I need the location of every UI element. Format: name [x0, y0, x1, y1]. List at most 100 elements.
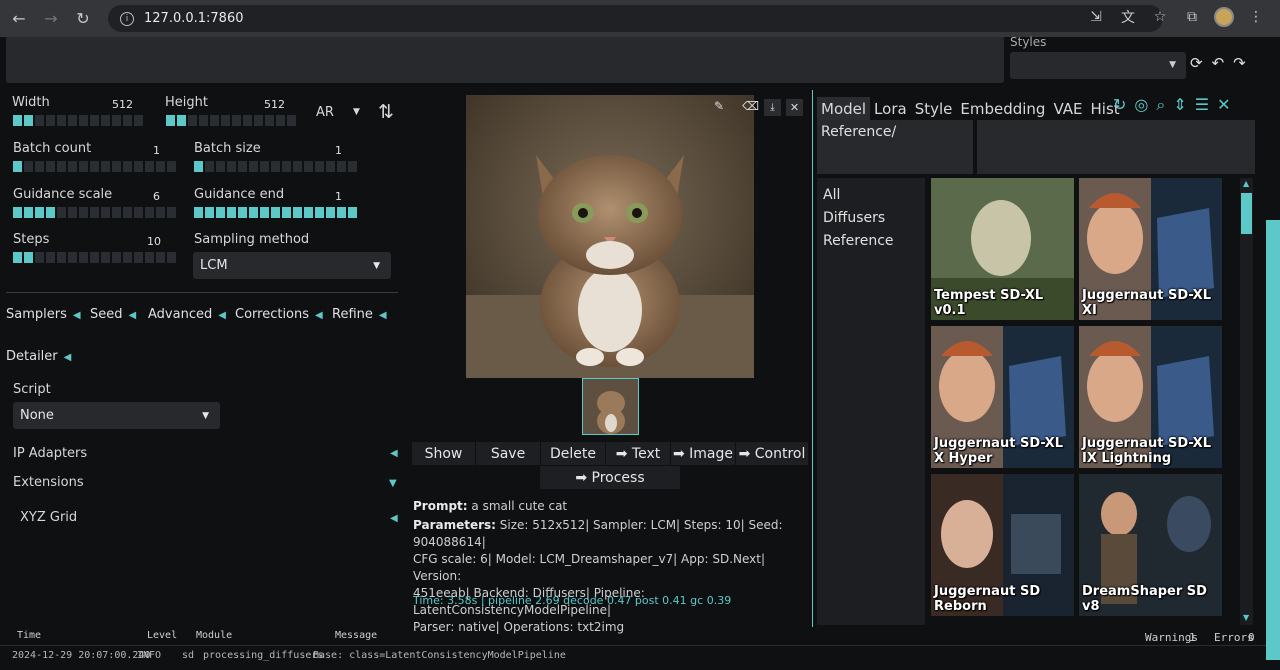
slider-segment — [57, 207, 66, 218]
cards-scrollbar[interactable] — [1240, 178, 1253, 625]
tab-detailer[interactable]: Detailer ◀ — [6, 349, 71, 364]
view-icon[interactable]: ◎ — [1134, 95, 1148, 115]
redo-icon[interactable]: ↷ — [1233, 54, 1246, 72]
bookmark-star-icon[interactable]: ☆ — [1150, 7, 1170, 27]
model-card[interactable]: Juggernaut SD Reborn — [931, 474, 1074, 616]
log-col-time: Time — [17, 630, 42, 641]
slider-segment — [24, 161, 33, 172]
model-card[interactable]: DreamShaper SD v8 — [1079, 474, 1222, 616]
back-icon[interactable]: ← — [6, 6, 32, 32]
model-card[interactable]: Juggernaut SD-XL IX Lightning — [1079, 326, 1222, 468]
slider-segment — [90, 252, 99, 263]
model-card-title: Juggernaut SD Reborn — [934, 584, 1041, 614]
send-to-process-button[interactable]: ➡ Process — [540, 466, 680, 489]
ip-adapters-accordion[interactable]: IP Adapters — [13, 446, 87, 461]
tab-vae[interactable]: VAE — [1049, 97, 1086, 121]
errors-count: 0 — [1248, 631, 1255, 644]
menu-icon[interactable]: ⋮ — [1246, 7, 1266, 27]
folder-all[interactable]: All — [823, 184, 919, 207]
batch-count-slider[interactable] — [13, 161, 176, 172]
delete-button[interactable]: Delete — [541, 442, 605, 465]
networks-path-input[interactable]: Reference/ — [817, 120, 973, 174]
slider-segment — [243, 115, 252, 126]
address-bar[interactable]: i 127.0.0.1:7860 — [108, 5, 1163, 32]
sort-icon[interactable]: ⇕ — [1173, 95, 1186, 115]
translate-icon[interactable]: 文 — [1118, 7, 1138, 27]
list-icon[interactable]: ☰ — [1195, 95, 1209, 115]
page-scrollbar[interactable] — [1266, 220, 1280, 660]
batch-size-slider[interactable] — [194, 161, 357, 172]
send-to-image-button[interactable]: ➡ Image — [671, 442, 735, 465]
search-icon[interactable]: ⌕ — [1156, 95, 1165, 115]
folder-reference[interactable]: Reference — [823, 230, 919, 253]
tab-corrections[interactable]: Corrections ◀ — [235, 307, 323, 322]
tab-lora[interactable]: Lora — [870, 97, 911, 121]
guidance-scale-slider[interactable] — [13, 207, 176, 218]
scroll-up-icon[interactable]: ▲ — [1243, 179, 1249, 188]
send-to-text-button[interactable]: ➡ Text — [606, 442, 670, 465]
sampling-method-select[interactable]: LCM ▼ — [193, 252, 391, 279]
tab-seed[interactable]: Seed ◀ — [90, 307, 136, 322]
slider-segment — [166, 115, 175, 126]
site-info-icon[interactable]: i — [120, 11, 134, 26]
slider-segment — [68, 252, 77, 263]
tab-refine[interactable]: Refine ◀ — [332, 307, 387, 322]
slider-segment — [216, 161, 225, 172]
refresh-icon[interactable]: ⟳ — [1190, 54, 1203, 72]
slider-segment — [205, 207, 214, 218]
xyz-grid-accordion[interactable]: XYZ Grid — [20, 510, 77, 525]
install-app-icon[interactable]: ⇲ — [1086, 7, 1106, 27]
send-to-control-button[interactable]: ➡ Control — [736, 442, 808, 465]
tab-embedding[interactable]: Embedding — [956, 97, 1049, 121]
model-card[interactable]: Tempest SD-XL v0.1 — [931, 178, 1074, 320]
steps-slider[interactable] — [13, 252, 176, 263]
model-card[interactable]: Juggernaut SD-XL XI — [1079, 178, 1222, 320]
slider-segment — [167, 207, 176, 218]
expand-arrow-icon[interactable]: ▼ — [389, 478, 397, 489]
scroll-down-icon[interactable]: ▼ — [1243, 613, 1249, 622]
undo-icon[interactable]: ↶ — [1212, 54, 1225, 72]
ar-chevron-down-icon[interactable]: ▼ — [353, 107, 360, 117]
slider-segment — [210, 115, 219, 126]
show-button[interactable]: Show — [412, 442, 475, 465]
tab-samplers[interactable]: Samplers ◀ — [6, 307, 81, 322]
slider-segment — [90, 115, 99, 126]
output-image[interactable] — [466, 95, 754, 378]
guidance-end-slider[interactable] — [194, 207, 357, 218]
eraser-icon[interactable]: ⌫ — [742, 99, 759, 113]
forward-icon[interactable]: → — [38, 6, 64, 32]
swap-dimensions-icon[interactable]: ⇅ — [378, 101, 394, 123]
cards-scrollbar-thumb[interactable] — [1241, 193, 1252, 234]
collapse-arrow-icon[interactable]: ◀ — [390, 513, 398, 524]
slider-segment — [156, 252, 165, 263]
networks-toolbar: ↻ ◎ ⌕ ⇕ ☰ ✕ — [1113, 95, 1231, 115]
extensions-icon[interactable]: ⧉ — [1182, 7, 1202, 27]
download-icon[interactable]: ⤓ — [764, 99, 781, 116]
slider-segment — [112, 115, 121, 126]
height-label: Height — [165, 95, 208, 110]
collapse-arrow-icon[interactable]: ◀ — [390, 448, 398, 459]
slider-segment — [194, 161, 203, 172]
save-button[interactable]: Save — [476, 442, 540, 465]
networks-filter-input[interactable] — [977, 120, 1255, 174]
close-icon[interactable]: ✕ — [786, 99, 803, 116]
tab-model[interactable]: Model — [817, 97, 871, 121]
gallery-thumbnail[interactable] — [582, 378, 639, 435]
slider-segment — [79, 115, 88, 126]
height-slider[interactable] — [166, 115, 296, 126]
tab-advanced[interactable]: Advanced ◀ — [148, 307, 226, 322]
negative-prompt-textarea[interactable] — [6, 37, 1004, 83]
script-select[interactable]: None ▼ — [13, 402, 220, 429]
folder-diffusers[interactable]: Diffusers — [823, 207, 919, 230]
reload-icon[interactable]: ↻ — [70, 6, 96, 32]
styles-select[interactable]: ▼ — [1010, 52, 1186, 79]
tab-style[interactable]: Style — [911, 97, 957, 121]
width-slider[interactable] — [13, 115, 143, 126]
extensions-accordion[interactable]: Extensions — [13, 475, 84, 490]
slider-segment — [227, 161, 236, 172]
model-card[interactable]: Juggernaut SD-XL X Hyper — [931, 326, 1074, 468]
pencil-icon[interactable]: ✎ — [714, 99, 724, 113]
refresh-icon[interactable]: ↻ — [1113, 95, 1126, 115]
close-icon[interactable]: ✕ — [1217, 95, 1230, 115]
profile-avatar[interactable] — [1214, 7, 1234, 27]
